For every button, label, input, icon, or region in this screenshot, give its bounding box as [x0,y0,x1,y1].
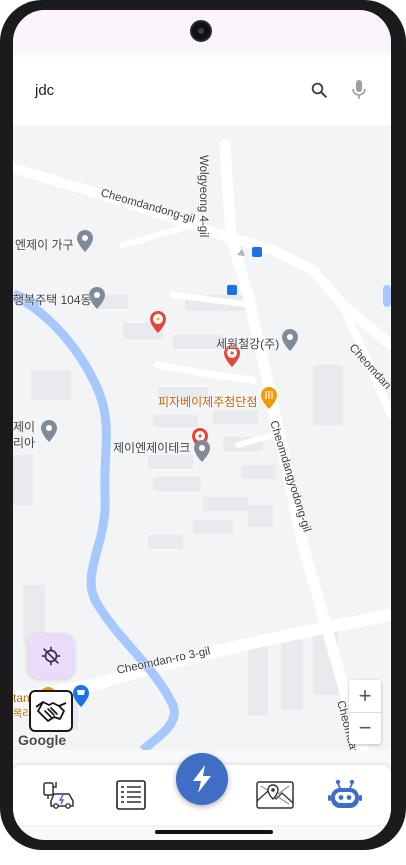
search-input[interactable]: jdc [35,82,291,99]
map-pin-icon[interactable] [76,230,94,252]
map-pin-icon[interactable] [40,420,58,442]
map-pin-icon[interactable] [281,329,299,351]
app-screen: jdc Cheomdandong-gil Wolgyeong 4-gil Che… [13,10,391,840]
search-icon[interactable] [307,78,331,102]
quick-charge-button[interactable] [176,753,228,805]
nav-list[interactable] [111,775,151,815]
robot-assistant-icon [328,779,362,808]
google-attribution: Google [18,732,67,748]
zoom-control: + − [349,680,381,744]
poi-label[interactable]: 제이 [13,418,35,435]
poi-label[interactable]: 제이엔제이테크 [113,439,190,456]
zoom-out-button[interactable]: − [349,713,381,745]
zoom-in-button[interactable]: + [349,680,381,712]
shopping-pin-icon[interactable] [72,685,90,707]
map-location-icon [256,781,294,809]
lightning-bolt-icon [193,765,211,793]
front-camera [190,20,212,42]
ev-charger-pin-icon[interactable] [149,311,167,333]
poi-label[interactable]: 행복주택 104동 [13,291,92,308]
microphone-icon[interactable] [347,78,371,102]
poi-label[interactable]: 리아 [13,434,35,451]
nav-map[interactable] [255,775,295,815]
poi-label[interactable]: 피자베이제주첨단점 [158,393,257,410]
map-pin-icon[interactable] [193,440,211,462]
road-label: Wolgyeong 4-gil [197,155,209,238]
list-document-icon [116,780,146,810]
home-indicator [155,830,273,834]
phone-frame: jdc Cheomdandong-gil Wolgyeong 4-gil Che… [0,0,406,850]
nav-assistant[interactable] [325,775,365,815]
partner-button[interactable] [29,690,73,732]
nav-ev-charging[interactable] [39,775,79,815]
poi-label[interactable]: 엔제이 가구 [15,236,74,253]
handshake-icon [35,701,67,722]
restaurant-pin-icon[interactable] [260,387,278,409]
gps-off-icon [41,646,61,666]
poi-label[interactable]: 세원철강(주) [216,335,279,352]
gps-locate-button[interactable] [27,633,75,679]
ev-charger-car-icon [43,782,74,809]
search-bar[interactable]: jdc [13,55,391,125]
